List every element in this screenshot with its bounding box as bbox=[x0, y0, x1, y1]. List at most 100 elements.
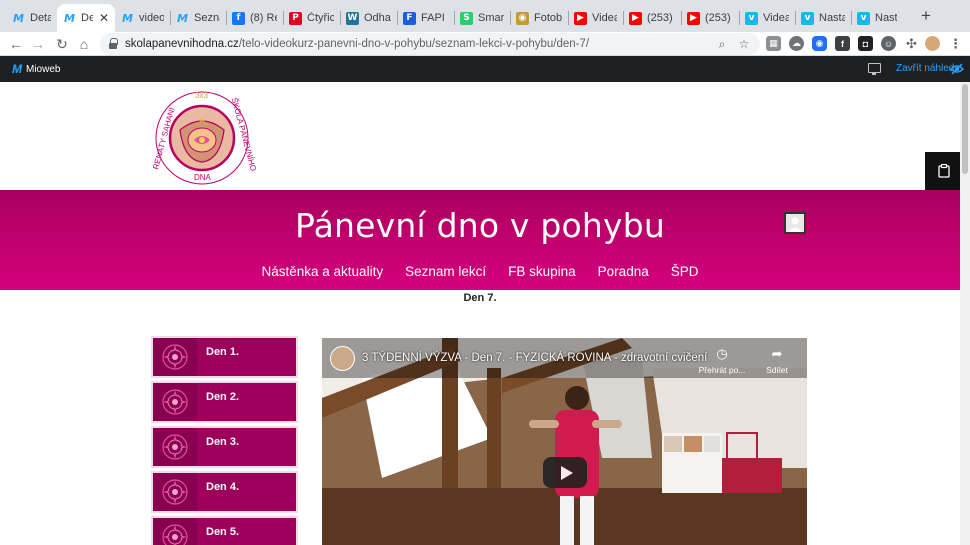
share-button[interactable]: ➦ Sdílet bbox=[747, 346, 807, 375]
mioweb-favicon-icon: M bbox=[122, 11, 133, 25]
page-title: Pánevní dno v pohybu bbox=[295, 206, 665, 245]
share-arrow-icon: ➦ bbox=[771, 346, 783, 361]
pinterest-favicon-icon: P bbox=[289, 11, 302, 25]
browser-tab-label: Fotoba bbox=[534, 12, 562, 24]
mandala-icon bbox=[153, 473, 197, 511]
address-bar[interactable]: skolapanevnihodna.cz/telo-videokurz-pane… bbox=[100, 33, 760, 55]
browser-tab[interactable]: M Detail bbox=[6, 4, 57, 32]
lesson-label: Den 2. bbox=[206, 391, 240, 403]
browser-tab[interactable]: P Čtyřice bbox=[283, 4, 340, 32]
close-tab-icon[interactable]: ✕ bbox=[99, 11, 109, 25]
mioweb-brand-label: Mioweb bbox=[26, 63, 61, 75]
nav-item[interactable]: FB skupina bbox=[508, 264, 576, 279]
lesson-label: Den 5. bbox=[206, 526, 240, 538]
browser-tab[interactable]: M Den ✕ bbox=[57, 4, 115, 32]
nav-item[interactable]: Nástěnka a aktuality bbox=[262, 264, 384, 279]
mandala-icon bbox=[153, 383, 197, 421]
facebook-extension-icon[interactable]: f bbox=[835, 36, 850, 51]
watch-later-button[interactable]: ◷ Přehrát po... bbox=[692, 346, 752, 375]
browser-tab[interactable]: v Nastav bbox=[851, 4, 903, 32]
browser-menu-icon[interactable]: ⋮ bbox=[948, 36, 963, 51]
browser-tab[interactable]: M Sezna bbox=[170, 4, 226, 32]
cloud-extension-icon[interactable]: ☁ bbox=[789, 36, 804, 51]
smartlook-favicon-icon: S bbox=[460, 11, 473, 25]
blue-extension-icon[interactable]: ◉ bbox=[812, 36, 827, 51]
lesson-item[interactable]: Den 5. bbox=[153, 518, 296, 545]
main-nav: Nástěnka a aktuality Seznam lekcí FB skupi… bbox=[0, 264, 960, 279]
new-tab-button[interactable]: + bbox=[916, 6, 936, 26]
browser-tab[interactable]: ▶ Videa bbox=[568, 4, 623, 32]
clipboard-button[interactable] bbox=[925, 152, 960, 190]
browser-tabstrip: MDetailMDen✕MvideokMSeznaf(8) RePČtyřice… bbox=[0, 0, 970, 32]
video-player[interactable]: 3 TÝDENNÍ VÝZVA - Den 7. - FYZICKÁ ROVIN… bbox=[322, 338, 807, 545]
browser-tab[interactable]: ▶ (253) bbox=[623, 4, 681, 32]
logo-text-bottom: DNA bbox=[194, 173, 211, 182]
lesson-label: Den 3. bbox=[206, 436, 240, 448]
browser-tab-label: Den bbox=[81, 12, 93, 24]
bookmark-star-icon[interactable]: ☆ bbox=[736, 36, 752, 52]
lesson-item[interactable]: Den 3. bbox=[153, 428, 296, 466]
lock-icon bbox=[108, 38, 118, 50]
lesson-item[interactable]: Den 1. bbox=[153, 338, 296, 376]
mioweb-favicon-icon: M bbox=[64, 11, 75, 25]
browser-tab[interactable]: ◉ Fotoba bbox=[510, 4, 568, 32]
mioweb-logo-icon: M bbox=[12, 62, 22, 76]
browser-tab[interactable]: ▶ (253) bbox=[681, 4, 739, 32]
photobank-favicon-icon: ◉ bbox=[516, 11, 529, 25]
mioweb-logo[interactable]: M Mioweb bbox=[12, 62, 60, 76]
forward-button[interactable]: → bbox=[28, 34, 48, 54]
lesson-label: Den 4. bbox=[206, 481, 240, 493]
home-button[interactable]: ⌂ bbox=[74, 34, 94, 54]
browser-tab-label: Čtyřice bbox=[307, 12, 334, 24]
eye-off-icon[interactable] bbox=[950, 62, 964, 76]
lesson-item[interactable]: Den 2. bbox=[153, 383, 296, 421]
scrollbar-thumb[interactable] bbox=[962, 84, 968, 174]
mioweb-favicon-icon: M bbox=[177, 11, 188, 25]
wordpress-favicon-icon: W bbox=[346, 11, 359, 25]
browser-tab[interactable]: v Nastav bbox=[795, 4, 851, 32]
browser-tab-label: Nastav bbox=[819, 12, 845, 24]
lesson-list: Den 1. Den 2. Den 3. Den 4. Den 5. bbox=[153, 338, 297, 545]
vimeo-favicon-icon: v bbox=[857, 11, 870, 25]
page-content: 3x3 RENATY SAHANI ŠKOLA PÁNEVNÍHO DNA Pá… bbox=[0, 82, 960, 545]
share-label: Sdílet bbox=[766, 365, 788, 375]
reload-button[interactable]: ↻ bbox=[52, 34, 72, 54]
close-preview-link[interactable]: Zavřít náhled bbox=[896, 63, 954, 74]
lesson-item[interactable]: Den 4. bbox=[153, 473, 296, 511]
mioweb-admin-bar: M Mioweb Zavřít náhled bbox=[0, 56, 970, 82]
school-logo[interactable]: 3x3 RENATY SAHANI ŠKOLA PÁNEVNÍHO DNA bbox=[151, 90, 258, 186]
nav-item[interactable]: Poradna bbox=[598, 264, 649, 279]
channel-avatar[interactable] bbox=[330, 346, 355, 371]
browser-tab[interactable]: f (8) Re bbox=[226, 4, 283, 32]
page-scrollbar[interactable] bbox=[960, 82, 970, 545]
play-button[interactable] bbox=[543, 457, 587, 488]
hero-banner: Pánevní dno v pohybu Nástěnka a aktualit… bbox=[0, 190, 960, 290]
browser-tab-label: videok bbox=[139, 12, 164, 24]
zoom-icon[interactable]: ⌕ bbox=[714, 36, 730, 52]
counter-extension-icon[interactable]: ☺ bbox=[881, 36, 896, 51]
youtube-favicon-icon: ▶ bbox=[687, 11, 700, 25]
clipboard-icon bbox=[938, 164, 950, 178]
browser-tab[interactable]: Mvideok bbox=[115, 4, 170, 32]
profile-avatar[interactable] bbox=[925, 36, 940, 51]
browser-tab-label: Sezna bbox=[194, 12, 220, 24]
nav-item[interactable]: Seznam lekcí bbox=[405, 264, 486, 279]
extension-grid-icon[interactable]: ▦ bbox=[766, 36, 781, 51]
video-title[interactable]: 3 TÝDENNÍ VÝZVA - Den 7. - FYZICKÁ ROVIN… bbox=[362, 352, 707, 364]
extensions-puzzle-icon[interactable]: ✣ bbox=[904, 36, 919, 51]
browser-tab[interactable]: v Videa bbox=[739, 4, 795, 32]
browser-tab[interactable]: W Odhale bbox=[340, 4, 397, 32]
camera-extension-icon[interactable]: ◘ bbox=[858, 36, 873, 51]
browser-tab-label: Detail bbox=[30, 12, 51, 24]
browser-tab-label: (253) bbox=[647, 12, 673, 24]
nav-item[interactable]: ŠPD bbox=[671, 264, 699, 279]
monitor-icon[interactable] bbox=[868, 63, 881, 75]
browser-tab[interactable]: S Smartl bbox=[454, 4, 510, 32]
user-avatar[interactable] bbox=[784, 212, 806, 234]
browser-tab[interactable]: F FAPI | bbox=[397, 4, 454, 32]
mandala-icon bbox=[153, 338, 197, 376]
back-button[interactable]: ← bbox=[6, 34, 26, 54]
browser-tab-label: (253) bbox=[705, 12, 731, 24]
day-heading: Den 7. bbox=[463, 292, 497, 304]
lesson-label: Den 1. bbox=[206, 346, 240, 358]
